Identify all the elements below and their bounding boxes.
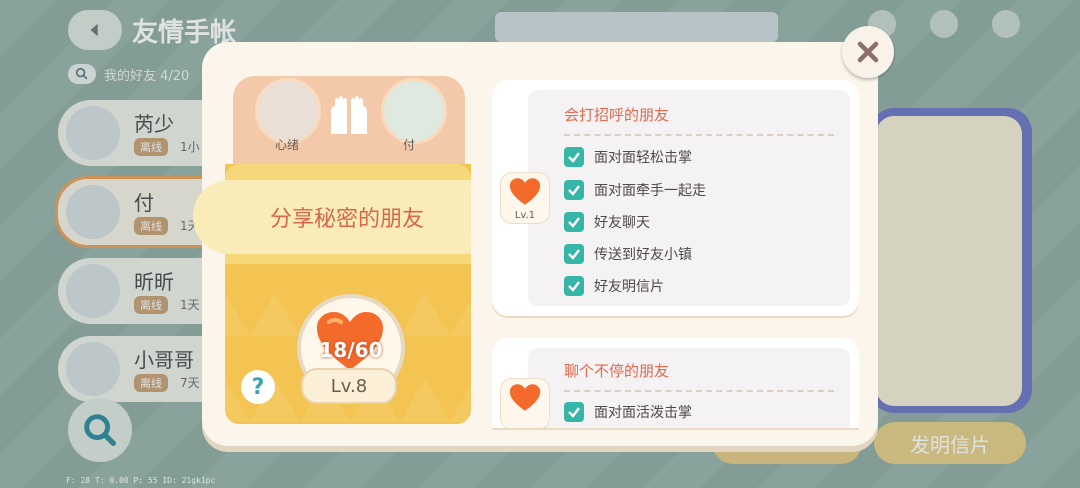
perk-label: 好友明信片 — [594, 279, 664, 295]
check-icon — [564, 147, 584, 167]
perk-label: 面对面牵手一起走 — [594, 183, 706, 199]
perk-label: 好友聊天 — [594, 215, 650, 231]
heart-icon — [509, 384, 541, 411]
perk-item: 传送到好友小镇 — [564, 244, 692, 264]
avatar-friend — [381, 78, 447, 144]
check-icon — [564, 180, 584, 200]
divider — [564, 134, 834, 136]
perk-item: 面对面轻松击掌 — [564, 147, 692, 167]
check-icon — [564, 276, 584, 296]
divider — [564, 390, 834, 392]
tier-card-lv2: 聊个不停的朋友 面对面活泼击掌 — [492, 338, 859, 428]
perk-item: 面对面活泼击掌 — [564, 402, 692, 422]
friend-name: 付 — [403, 138, 416, 152]
tier-title: 会打招呼的朋友 — [564, 106, 670, 124]
self-name: 心绪 — [275, 138, 300, 152]
perk-item: 好友聊天 — [564, 212, 650, 232]
tier-badge-level: Lv.1 — [514, 210, 536, 221]
perk-label: 面对面活泼击掌 — [594, 405, 692, 421]
tier-badge — [500, 378, 550, 428]
friendship-title-ribbon: 分享秘密的朋友 — [193, 180, 471, 254]
tier-card-lv1: Lv.1 会打招呼的朋友 面对面轻松击掌 面对面牵手一起走 好友聊天 传送到好友… — [492, 80, 859, 316]
perk-item: 好友明信片 — [564, 276, 664, 296]
perk-item: 面对面牵手一起走 — [564, 180, 706, 200]
perk-label: 传送到好友小镇 — [594, 247, 692, 263]
avatar-self — [255, 78, 321, 144]
friendship-title: 分享秘密的朋友 — [269, 207, 424, 232]
check-icon — [564, 212, 584, 232]
friendship-summary: 心绪 付 分享秘密的朋友 18/60 Lv.8 ? — [193, 72, 471, 424]
check-icon — [564, 402, 584, 422]
heart-icon — [509, 178, 541, 205]
close-button[interactable] — [842, 26, 894, 78]
check-icon — [564, 244, 584, 264]
high-five-icon — [331, 96, 367, 134]
tier-badge: Lv.1 — [500, 172, 550, 224]
close-icon — [857, 41, 879, 63]
perk-label: 面对面轻松击掌 — [594, 150, 692, 166]
help-icon[interactable]: ? — [241, 370, 275, 404]
heart-count: 18/60 — [319, 338, 383, 362]
level-badge: Lv.8 — [301, 368, 397, 404]
tier-title: 聊个不停的朋友 — [564, 362, 670, 380]
